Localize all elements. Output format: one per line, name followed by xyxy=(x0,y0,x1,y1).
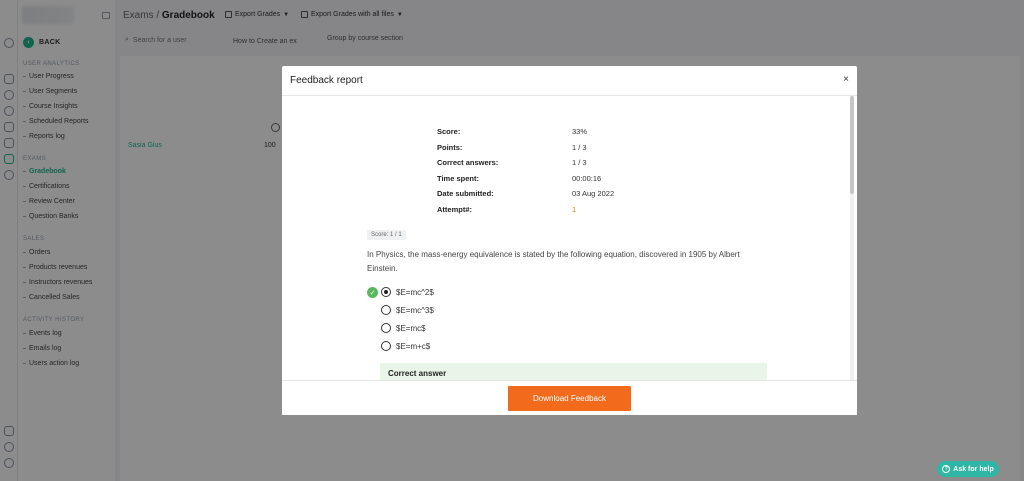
stat-row-date-submitted: Date submitted: 03 Aug 2022 xyxy=(437,186,614,202)
modal-footer: Download Feedback xyxy=(282,380,857,415)
stat-value: 1 / 3 xyxy=(572,158,587,168)
radio-unselected xyxy=(381,305,391,315)
stat-row-score: Score: 33% xyxy=(437,124,614,140)
stats-table: Score: 33% Points: 1 / 3 Correct answers… xyxy=(437,124,614,217)
help-icon: ? xyxy=(942,465,951,473)
check-icon: ✓ xyxy=(367,287,378,298)
stat-value: 00:00:16 xyxy=(572,173,602,183)
answer-list: ✓ $E=mc^2$ $E=mc^3$ $E=mc$ $E=m+c$ xyxy=(367,283,434,355)
question-score-badge: Score: 1 / 1 xyxy=(367,230,406,240)
help-label: Ask for help xyxy=(953,465,994,473)
modal-header: Feedback report × xyxy=(282,66,857,96)
ask-for-help-button[interactable]: ? Ask for help xyxy=(937,461,999,477)
radio-unselected xyxy=(381,341,391,351)
modal-scrollbar[interactable] xyxy=(850,96,854,380)
feedback-report-modal: Feedback report × Score: 33% Points: 1 /… xyxy=(282,66,857,415)
stat-label: Attempt#: xyxy=(437,204,472,214)
stat-row-correct-answers: Correct answers: 1 / 3 xyxy=(437,155,614,171)
stat-value: 1 / 3 xyxy=(572,142,587,152)
radio-unselected xyxy=(381,323,391,333)
stat-label: Correct answers: xyxy=(437,158,499,168)
answer-text: $E=mc$ xyxy=(396,323,426,333)
answer-text: $E=m+c$ xyxy=(396,341,431,351)
download-feedback-button[interactable]: Download Feedback xyxy=(508,386,631,411)
stat-label: Date submitted: xyxy=(437,189,494,199)
scrollbar-thumb[interactable] xyxy=(850,96,854,194)
stat-value: 1 xyxy=(572,204,577,214)
modal-body: Score: 33% Points: 1 / 3 Correct answers… xyxy=(282,96,857,380)
answer-text: $E=mc^2$ xyxy=(396,287,434,297)
answer-option: $E=mc^3$ xyxy=(367,301,434,319)
stat-row-points: Points: 1 / 3 xyxy=(437,140,614,156)
answer-option: ✓ $E=mc^2$ xyxy=(367,283,434,301)
correct-answer-box: Correct answer xyxy=(380,363,767,380)
radio-selected xyxy=(381,287,391,297)
stat-label: Points: xyxy=(437,142,463,152)
modal-title: Feedback report xyxy=(290,75,363,86)
answer-text: $E=mc^3$ xyxy=(396,305,434,315)
stat-value: 33% xyxy=(572,127,588,137)
stat-row-attempt: Attempt#: 1 xyxy=(437,202,614,218)
correct-answer-label: Correct answer xyxy=(388,369,447,378)
stat-label: Score: xyxy=(437,127,461,137)
stat-label: Time spent: xyxy=(437,173,479,183)
stat-row-time-spent: Time spent: 00:00:16 xyxy=(437,171,614,187)
stat-value: 03 Aug 2022 xyxy=(572,189,615,199)
close-icon[interactable]: × xyxy=(843,74,849,85)
answer-option: $E=m+c$ xyxy=(367,337,434,355)
question-text: In Physics, the mass-energy equivalence … xyxy=(367,250,740,273)
answer-option: $E=mc$ xyxy=(367,319,434,337)
